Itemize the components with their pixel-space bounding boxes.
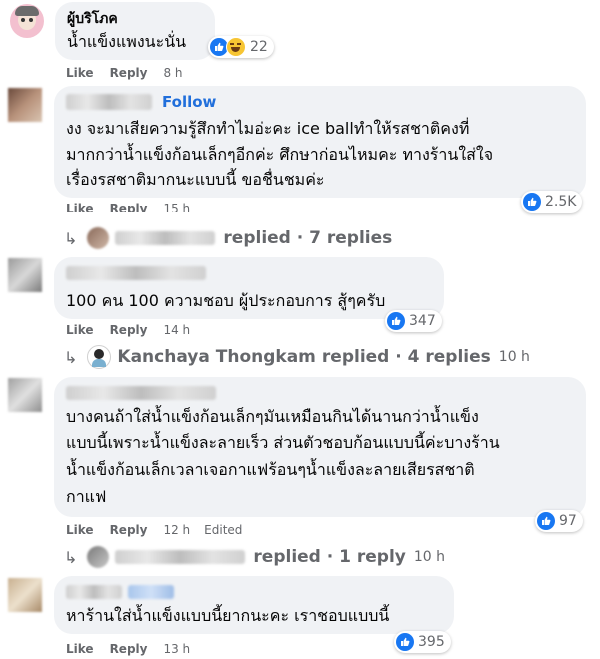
comment-actions: Like Reply 8 h	[66, 66, 197, 80]
comment-actions: Like Reply 12 h Edited	[66, 523, 256, 537]
timestamp[interactable]: 8 h	[163, 66, 182, 80]
replies-link[interactable]: replied · 1 reply	[253, 547, 405, 567]
comment-text-line: งง จะมาเสียความรู้สึกทำไมอ่ะคะ ice ballท…	[66, 119, 470, 138]
reaction-count[interactable]: 22	[208, 36, 274, 58]
timestamp[interactable]: 15 h	[163, 202, 190, 212]
reply-button[interactable]: Reply	[110, 523, 148, 537]
like-button[interactable]: Like	[66, 523, 94, 537]
reaction-count[interactable]: 347	[385, 310, 442, 332]
blurred-replier-name	[115, 231, 216, 245]
avatar[interactable]	[8, 88, 42, 122]
replier-avatar	[87, 227, 110, 249]
view-replies[interactable]: ↳ Kanchaya Thongkam replied · 4 replies …	[64, 345, 530, 369]
reply-button[interactable]: Reply	[110, 323, 148, 337]
blurred-name	[66, 585, 122, 599]
avatar[interactable]	[8, 258, 42, 292]
like-icon	[523, 193, 541, 211]
comment-text: น้ำแข็งแพงนะนั่น	[67, 32, 187, 51]
like-button[interactable]: Like	[66, 323, 94, 337]
reply-timestamp: 10 h	[498, 349, 530, 365]
like-icon	[387, 312, 405, 330]
avatar[interactable]	[8, 378, 42, 412]
haha-icon	[226, 37, 246, 57]
replies-link[interactable]: replied · 4 replies	[322, 347, 491, 367]
comment-actions: Like Reply 14 h	[66, 323, 204, 337]
reply-timestamp: 10 h	[413, 549, 446, 565]
reaction-number: 347	[409, 313, 436, 329]
comment-text-line: บางคนถ้าใส่น้ำแข็งก้อนเล็กๆมันเหมือนกินไ…	[66, 407, 479, 426]
replies-link[interactable]: replied · 7 replies	[223, 228, 392, 248]
comment-text-line: มากกว่าน้ำแข็งก้อนเล็กๆอีกค่ะ ศึกษาก่อนไ…	[66, 145, 494, 164]
timestamp[interactable]: 12 h	[163, 523, 190, 537]
comment-text: 100 คน 100 ความชอบ ผู้ประกอบการ สู้ๆครับ	[66, 291, 386, 310]
view-replies[interactable]: ↳ replied · 7 replies	[64, 227, 392, 249]
reaction-count[interactable]: 2.5K	[521, 191, 583, 213]
replier-avatar	[87, 546, 110, 568]
timestamp[interactable]: 13 h	[163, 642, 190, 656]
blurred-name	[66, 386, 216, 400]
blurred-replier-name	[115, 550, 246, 564]
reaction-number: 22	[250, 39, 268, 55]
timestamp[interactable]: 14 h	[163, 323, 190, 337]
reply-arrow-icon: ↳	[64, 547, 78, 567]
reaction-number: 2.5K	[545, 194, 577, 210]
comment-actions: Like Reply 13 h	[66, 642, 204, 656]
reaction-number: 97	[559, 513, 577, 529]
reaction-count[interactable]: 97	[535, 510, 583, 532]
edited-label: Edited	[204, 523, 243, 537]
comment-actions: Like Reply 15 h	[66, 202, 204, 212]
blurred-name	[66, 94, 152, 110]
like-icon	[537, 512, 555, 530]
reply-button[interactable]: Reply	[110, 642, 148, 656]
avatar[interactable]	[8, 578, 42, 612]
blurred-badge	[128, 585, 174, 599]
reaction-number: 395	[418, 634, 445, 650]
comment-text-line: เรื่องรสชาติมากนะแบบนี้ ขอชื่นชมค่ะ	[66, 170, 325, 189]
view-replies[interactable]: ↳ replied · 1 reply 10 h	[64, 546, 445, 568]
replier-name[interactable]: Kanchaya Thongkam	[117, 347, 316, 367]
like-button[interactable]: Like	[66, 202, 94, 212]
comment-text: หาร้านใส่น้ำแข็งแบบนี้ยากนะคะ เราชอบแบบน…	[66, 606, 390, 625]
avatar[interactable]	[10, 4, 44, 38]
follow-button[interactable]: Follow	[162, 93, 216, 111]
comment-text-line: กาแฟ	[66, 487, 107, 506]
comment-text-line: น้ำแข็งก้อนเล็กเวลาเจอกาแฟร้อนๆน้ำแข็งละ…	[66, 460, 475, 479]
replier-avatar	[87, 345, 112, 369]
like-button[interactable]: Like	[66, 66, 94, 80]
like-icon	[396, 633, 414, 651]
reply-arrow-icon: ↳	[64, 347, 78, 367]
reply-button[interactable]: Reply	[110, 202, 148, 212]
commenter-name[interactable]: ผู้บริโภค	[67, 8, 118, 30]
reply-arrow-icon: ↳	[64, 228, 78, 248]
comment-text-line: แบบนี้เพราะน้ำแข็งละลายเร็ว ส่วนตัวชอบก้…	[66, 433, 500, 452]
reply-button[interactable]: Reply	[110, 66, 148, 80]
blurred-name	[66, 266, 206, 280]
like-button[interactable]: Like	[66, 642, 94, 656]
reaction-count[interactable]: 395	[394, 631, 451, 653]
